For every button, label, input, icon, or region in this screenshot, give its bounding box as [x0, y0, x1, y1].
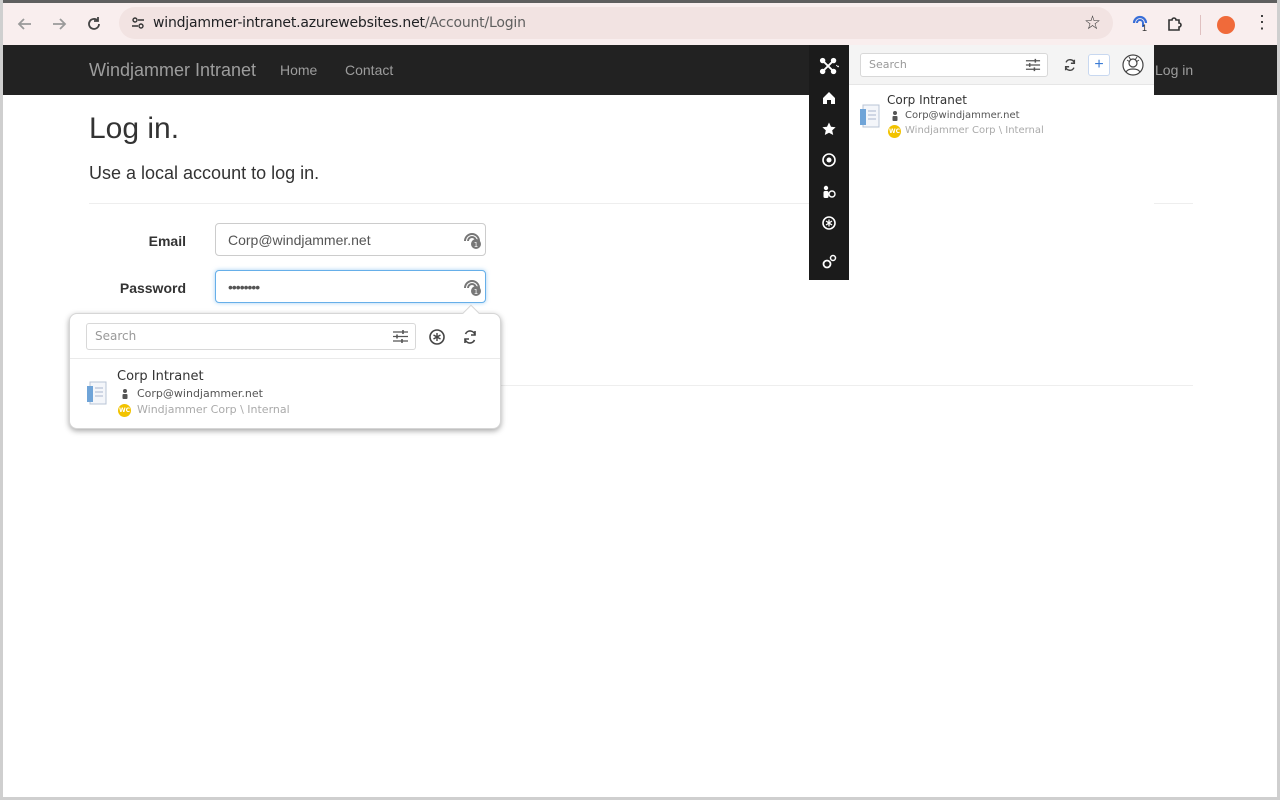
extension-search-input[interactable]: Search [860, 53, 1048, 77]
extensions-button[interactable] [1163, 12, 1187, 36]
site-info-button[interactable] [127, 12, 149, 34]
email-label: Email [86, 233, 186, 249]
password-label: Password [86, 280, 186, 296]
svg-text:1: 1 [474, 288, 478, 296]
extension-refresh-button[interactable] [1059, 54, 1081, 76]
generator-icon[interactable] [819, 213, 839, 233]
entry-path: Windjammer Corp \ Internal [905, 125, 1044, 136]
filter-sliders-icon[interactable] [1025, 57, 1041, 73]
url-path: /Account/Login [425, 15, 526, 31]
forward-button[interactable] [46, 11, 72, 37]
filter-sliders-icon[interactable] [392, 328, 409, 345]
email-value: Corp@windjammer.net [228, 232, 371, 248]
back-button[interactable] [12, 11, 38, 37]
password-manager-extension-button[interactable]: 1 [1129, 12, 1153, 36]
url-text: windjammer-intranet.azurewebsites.net/Ac… [153, 15, 526, 31]
logo-icon[interactable] [819, 56, 839, 76]
page-subtitle: Use a local account to log in. [89, 163, 319, 184]
document-icon [859, 103, 883, 129]
generator-icon [428, 328, 446, 346]
add-entry-button[interactable]: + [1088, 54, 1110, 76]
home-icon[interactable] [819, 88, 839, 108]
page-title: Log in. [89, 112, 179, 146]
email-field[interactable]: Corp@windjammer.net [215, 223, 486, 256]
user-icon [121, 388, 129, 399]
reload-button[interactable] [81, 11, 107, 37]
toolbar-divider [1200, 15, 1201, 35]
autofill-search-placeholder: Search [95, 329, 136, 343]
entry-username: Corp@windjammer.net [137, 387, 263, 400]
nav-link-contact[interactable]: Contact [345, 62, 393, 78]
site-brand[interactable]: Windjammer Intranet [89, 60, 256, 81]
nav-link-home[interactable]: Home [280, 62, 317, 78]
gears-icon[interactable] [819, 251, 839, 271]
browser-menu-icon[interactable]: ⋮ [1253, 13, 1271, 31]
star-icon[interactable] [819, 119, 839, 139]
password-generator-button[interactable] [426, 326, 448, 348]
svg-text:1: 1 [474, 241, 478, 249]
popup-divider [70, 358, 500, 359]
profile-avatar[interactable] [1217, 16, 1235, 34]
extension-avatar[interactable] [1121, 53, 1145, 77]
entry-path: Windjammer Corp \ Internal [137, 403, 290, 416]
popup-caret [463, 305, 480, 322]
arrow-left-icon [17, 16, 33, 32]
password-field[interactable]: •••••••• [215, 270, 486, 303]
autofill-entry[interactable]: Corp Intranet Corp@windjammer.net WC Win… [70, 360, 500, 426]
extension-panel: Search + Corp Intranet Corp@windjammer.n… [809, 45, 1154, 280]
extension-badge: 1 [1142, 23, 1147, 33]
user-icon [891, 110, 899, 121]
entry-title: Corp Intranet [887, 93, 967, 107]
refresh-button[interactable] [459, 326, 481, 348]
address-bar[interactable]: windjammer-intranet.azurewebsites.net/Ac… [119, 7, 1113, 39]
entry-title: Corp Intranet [117, 369, 204, 384]
tune-icon [130, 15, 146, 31]
password-manager-field-icon[interactable]: 1 [461, 276, 483, 298]
autofill-search-input[interactable]: Search [86, 323, 416, 350]
arrow-right-icon [51, 16, 67, 32]
group-badge-icon: WC [118, 404, 131, 417]
nav-link-login[interactable]: Log in [1155, 62, 1193, 78]
refresh-icon [1063, 58, 1077, 72]
extension-entry[interactable]: Corp Intranet Corp@windjammer.net WC Win… [849, 89, 1154, 139]
entry-username: Corp@windjammer.net [905, 110, 1020, 121]
extension-sidebar [809, 45, 849, 280]
refresh-icon [462, 329, 478, 345]
url-host: windjammer-intranet.azurewebsites.net [153, 15, 425, 31]
password-value: •••••••• [228, 279, 259, 295]
puzzle-icon [1166, 15, 1184, 33]
reload-icon [86, 16, 102, 32]
extension-search-placeholder: Search [869, 58, 907, 71]
document-icon [86, 380, 110, 406]
extension-topbar: Search + [849, 45, 1154, 85]
password-manager-field-icon[interactable]: 1 [461, 229, 483, 251]
password-manager-icon [1130, 13, 1152, 35]
autofill-popup: Search Corp Intranet Corp@windjammer.net… [69, 313, 501, 429]
group-badge-icon: WC [888, 125, 901, 138]
user-key-icon[interactable] [819, 182, 839, 202]
bookmark-star-icon[interactable]: ☆ [1084, 12, 1101, 35]
avatar-icon [1122, 54, 1144, 76]
settings-icon[interactable] [819, 150, 839, 170]
browser-toolbar: windjammer-intranet.azurewebsites.net/Ac… [3, 0, 1277, 45]
